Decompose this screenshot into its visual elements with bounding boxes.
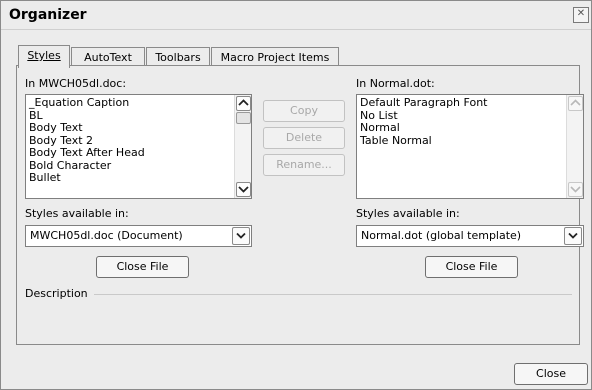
scroll-down-icon[interactable]: [236, 182, 251, 197]
left-close-file-label: Close File: [116, 260, 169, 273]
left-close-file-button[interactable]: Close File: [96, 256, 189, 278]
list-item[interactable]: Body Text: [26, 121, 251, 135]
close-button[interactable]: Close: [514, 363, 588, 385]
list-item[interactable]: _Equation Caption: [26, 96, 251, 110]
copy-button-label: Copy: [290, 104, 318, 117]
left-styles-available-select[interactable]: MWCH05dl.doc (Document): [25, 225, 252, 247]
right-styles-available-select[interactable]: Normal.dot (global template): [356, 225, 584, 247]
chevron-down-icon[interactable]: [232, 227, 250, 245]
list-item[interactable]: Bullet: [26, 171, 251, 185]
copy-button[interactable]: Copy: [263, 100, 345, 122]
close-icon[interactable]: ✕: [573, 7, 589, 23]
right-select-value: Normal.dot (global template): [361, 229, 522, 242]
left-list-scrollbar[interactable]: [234, 95, 251, 198]
right-close-file-button[interactable]: Close File: [425, 256, 518, 278]
chevron-down-icon[interactable]: [564, 227, 582, 245]
scroll-down-icon[interactable]: [568, 182, 583, 197]
list-item[interactable]: Normal: [357, 121, 583, 135]
tab-macro-project-items-label: Macro Project Items: [220, 51, 330, 64]
list-item[interactable]: Default Paragraph Font: [357, 96, 583, 110]
close-button-label: Close: [536, 367, 566, 380]
title-bar: Organizer ✕: [1, 1, 591, 30]
delete-button-label: Delete: [285, 131, 323, 144]
right-list-label: In Normal.dot:: [356, 77, 435, 90]
right-available-label: Styles available in:: [356, 207, 460, 220]
scroll-thumb[interactable]: [236, 112, 251, 124]
organizer-dialog: Organizer ✕ Styles AutoText Toolbars Mac…: [0, 0, 592, 390]
scroll-up-icon[interactable]: [568, 96, 583, 111]
rename-button[interactable]: Rename...: [263, 154, 345, 176]
right-close-file-label: Close File: [445, 260, 498, 273]
left-styles-list[interactable]: _Equation Caption BL Body Text Body Text…: [25, 94, 252, 199]
right-styles-list[interactable]: Default Paragraph Font No List Normal Ta…: [356, 94, 584, 199]
list-item[interactable]: Body Text After Head: [26, 146, 251, 160]
left-available-label: Styles available in:: [25, 207, 129, 220]
tab-styles[interactable]: Styles: [18, 45, 70, 68]
description-divider: [94, 294, 572, 295]
dialog-title: Organizer: [9, 7, 87, 23]
left-select-value: MWCH05dl.doc (Document): [30, 229, 183, 242]
list-item[interactable]: Table Normal: [357, 134, 583, 148]
tab-autotext-label: AutoText: [84, 51, 132, 64]
scroll-up-icon[interactable]: [236, 96, 251, 111]
right-list-scrollbar[interactable]: [566, 95, 583, 198]
description-label: Description: [25, 287, 88, 300]
tab-styles-label: Styles: [27, 49, 61, 62]
tab-toolbars-label: Toolbars: [155, 51, 201, 64]
left-list-label: In MWCH05dl.doc:: [25, 77, 127, 90]
rename-button-label: Rename...: [276, 158, 332, 171]
delete-button[interactable]: Delete: [263, 127, 345, 149]
